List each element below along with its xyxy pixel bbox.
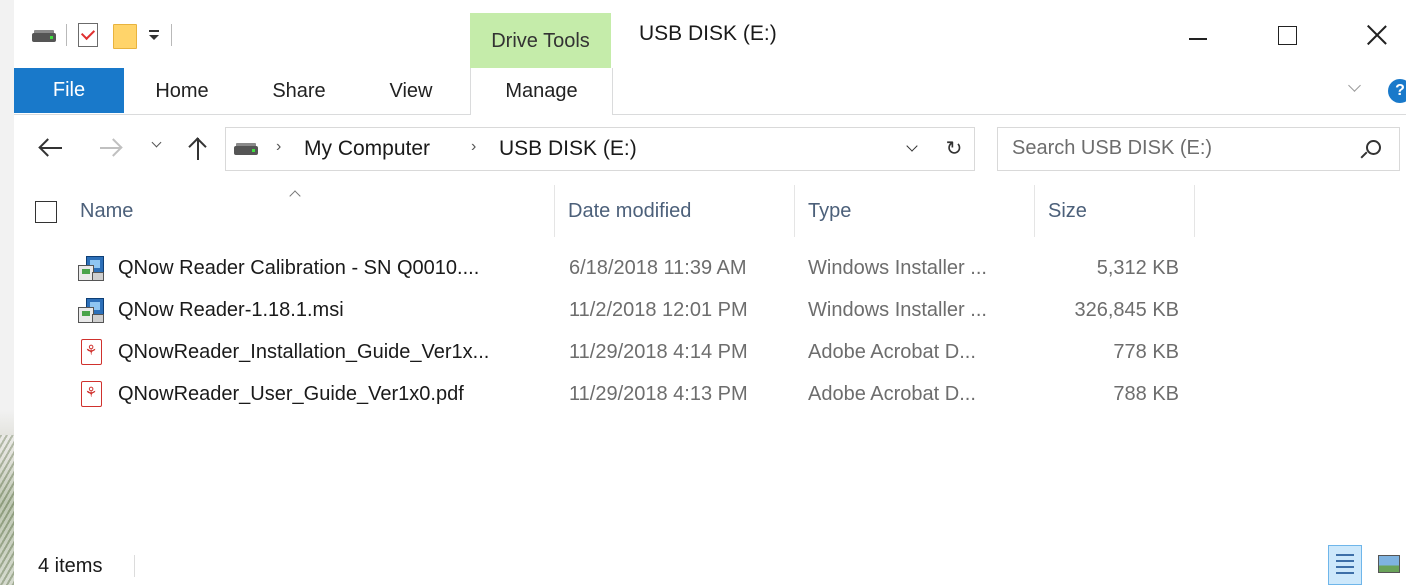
column-headers: Name Date modified Type Size	[14, 185, 1406, 237]
file-name[interactable]: QNow Reader-1.18.1.msi	[118, 299, 548, 322]
desktop-background	[0, 0, 14, 585]
forward-arrow-icon[interactable]	[96, 133, 126, 163]
file-size: 5,312 KB	[1096, 257, 1179, 279]
search-box[interactable]	[997, 127, 1400, 171]
tab-file[interactable]: File	[14, 68, 124, 113]
file-name[interactable]: QNowReader_User_Guide_Ver1x0.pdf	[118, 383, 548, 406]
address-history-chevron-icon[interactable]	[906, 142, 918, 154]
column-header-size[interactable]: Size	[1048, 185, 1195, 237]
back-arrow-icon[interactable]	[38, 133, 68, 163]
column-header-size-label: Size	[1048, 199, 1087, 222]
search-icon[interactable]	[1360, 138, 1382, 160]
column-header-date-label: Date modified	[568, 199, 692, 222]
msi-installer-icon	[78, 297, 104, 323]
window-title: USB DISK (E:)	[639, 22, 777, 45]
maximize-button[interactable]	[1264, 12, 1310, 56]
tab-share[interactable]: Share	[258, 68, 340, 114]
details-view-icon[interactable]	[1328, 545, 1362, 585]
column-header-date-modified[interactable]: Date modified	[568, 185, 795, 237]
file-date-modified: 6/18/2018 11:39 AM	[569, 257, 747, 279]
customize-dropdown-icon[interactable]	[147, 27, 161, 43]
close-button[interactable]	[1354, 12, 1400, 56]
item-count: 4 items	[38, 555, 103, 577]
search-input[interactable]	[1012, 136, 1342, 160]
file-type: Windows Installer ...	[808, 299, 987, 321]
column-header-name[interactable]: Name	[80, 185, 555, 237]
file-name[interactable]: QNowReader_Installation_Guide_Ver1x...	[118, 341, 548, 364]
pdf-icon: ⚘	[78, 381, 104, 407]
breadcrumb-usb-disk[interactable]: USB DISK (E:)	[499, 137, 637, 161]
file-row[interactable]: ⚘ QNowReader_User_Guide_Ver1x0.pdf 11/29…	[14, 374, 1406, 416]
file-row[interactable]: QNow Reader Calibration - SN Q0010.... 6…	[14, 248, 1406, 290]
select-all-checkbox[interactable]	[35, 201, 57, 223]
file-size: 778 KB	[1113, 341, 1179, 363]
column-header-name-label: Name	[80, 199, 134, 222]
status-separator	[134, 555, 135, 577]
recent-locations-chevron-icon[interactable]	[150, 139, 164, 153]
quick-access-toolbar	[32, 20, 182, 50]
file-type: Adobe Acrobat D...	[808, 341, 976, 363]
help-icon[interactable]: ?	[1388, 79, 1406, 103]
file-row[interactable]: QNow Reader-1.18.1.msi 11/2/2018 12:01 P…	[14, 290, 1406, 332]
pdf-icon: ⚘	[78, 339, 104, 365]
tab-manage[interactable]: Manage	[470, 68, 613, 115]
expand-ribbon-chevron-icon[interactable]	[1348, 81, 1362, 95]
file-type: Adobe Acrobat D...	[808, 383, 976, 405]
file-size: 788 KB	[1113, 383, 1179, 405]
refresh-icon[interactable]: ↻	[934, 127, 975, 171]
file-date-modified: 11/2/2018 12:01 PM	[569, 299, 748, 321]
file-type: Windows Installer ...	[808, 257, 987, 279]
toolbar-separator	[171, 24, 172, 46]
status-bar: 4 items	[14, 545, 1406, 585]
up-arrow-icon[interactable]	[184, 133, 214, 163]
drive-icon[interactable]	[32, 27, 56, 43]
drive-tools-contextual-header: Drive Tools	[470, 13, 611, 68]
file-size: 326,845 KB	[1074, 299, 1179, 321]
large-icons-view-icon[interactable]	[1370, 545, 1406, 583]
navigation-bar: › My Computer › USB DISK (E:) ↻	[14, 115, 1406, 181]
contextual-tab-group-label: Drive Tools	[491, 30, 590, 52]
breadcrumb-separator-icon[interactable]: ›	[276, 138, 281, 156]
minimize-button[interactable]	[1173, 12, 1219, 56]
file-row[interactable]: ⚘ QNowReader_Installation_Guide_Ver1x...…	[14, 332, 1406, 374]
file-name[interactable]: QNow Reader Calibration - SN Q0010....	[118, 257, 548, 280]
ribbon-tabs: File Home Share View Manage ?	[14, 68, 1406, 115]
properties-icon[interactable]	[77, 22, 99, 48]
file-explorer-window: Drive Tools USB DISK (E:) File Home Shar…	[14, 0, 1406, 585]
msi-installer-icon	[78, 255, 104, 281]
tab-view[interactable]: View	[374, 68, 448, 114]
drive-icon	[234, 140, 258, 156]
breadcrumb-separator-icon[interactable]: ›	[471, 138, 476, 156]
file-date-modified: 11/29/2018 4:14 PM	[569, 341, 748, 363]
toolbar-separator	[66, 24, 67, 46]
column-header-type[interactable]: Type	[808, 185, 1035, 237]
file-date-modified: 11/29/2018 4:13 PM	[569, 383, 748, 405]
address-bar[interactable]: › My Computer › USB DISK (E:)	[225, 127, 935, 171]
title-bar: Drive Tools USB DISK (E:)	[14, 0, 1406, 68]
column-header-type-label: Type	[808, 199, 852, 222]
new-folder-icon[interactable]	[113, 22, 137, 49]
breadcrumb-my-computer[interactable]: My Computer	[304, 137, 430, 161]
tab-home[interactable]: Home	[140, 68, 224, 114]
